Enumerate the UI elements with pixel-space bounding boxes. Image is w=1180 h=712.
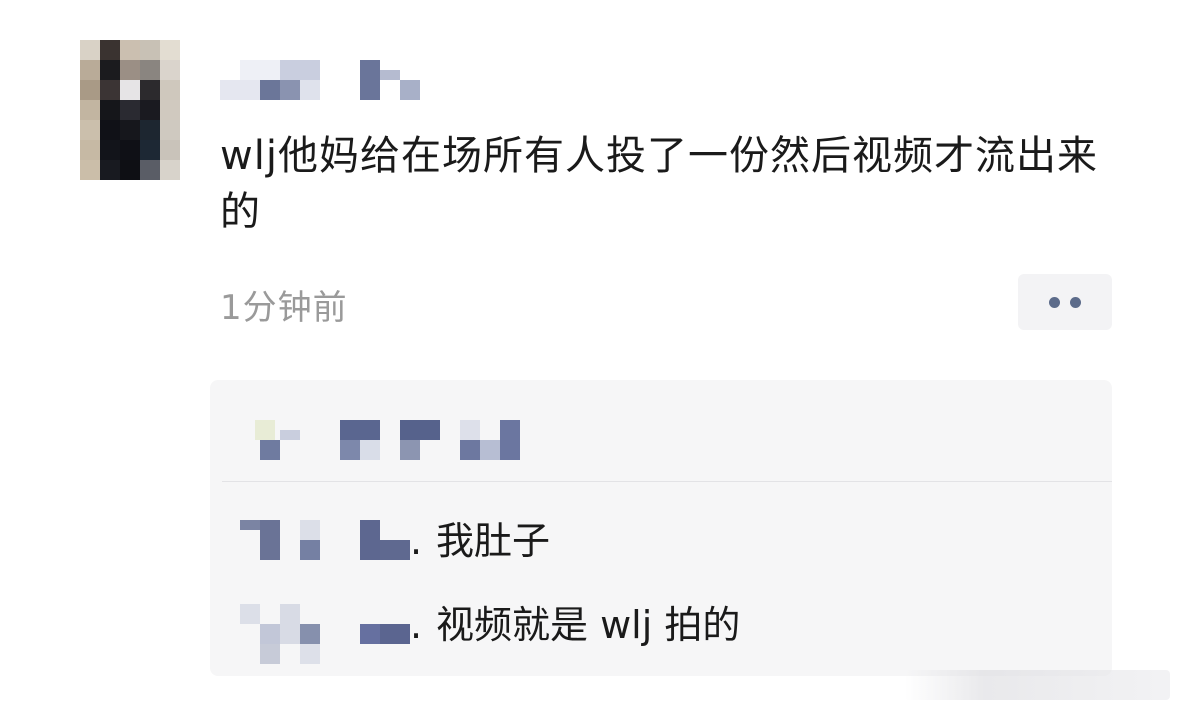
watermark <box>905 670 1170 700</box>
comment-text: 视频就是 wlj 拍的 <box>436 603 741 647</box>
more-dots-icon <box>1070 296 1081 308</box>
username-mosaic[interactable] <box>220 60 420 100</box>
comment-item[interactable]: . 视频就是 wlj 拍的 <box>240 600 1100 664</box>
more-dots-icon <box>1049 296 1060 308</box>
commenter-name-mosaic[interactable] <box>240 604 410 664</box>
post-text: wlj他妈给在场所有人投了一份然后视频才流出来的 <box>220 133 1098 235</box>
likes-row[interactable] <box>255 420 525 460</box>
comment-text: 我肚子 <box>436 519 551 563</box>
avatar[interactable] <box>80 40 180 180</box>
comment-item[interactable]: . 我肚子 <box>240 516 1100 566</box>
more-button[interactable] <box>1018 274 1112 330</box>
comment-divider <box>222 481 1112 482</box>
commenter-name-mosaic[interactable] <box>240 520 410 560</box>
moments-post: wlj他妈给在场所有人投了一份然后视频才流出来的 1分钟前 . 我肚子 . 视频… <box>0 0 1180 712</box>
comment-separator: . <box>410 603 423 647</box>
comment-separator: . <box>410 519 423 563</box>
post-timestamp: 1分钟前 <box>220 288 348 328</box>
